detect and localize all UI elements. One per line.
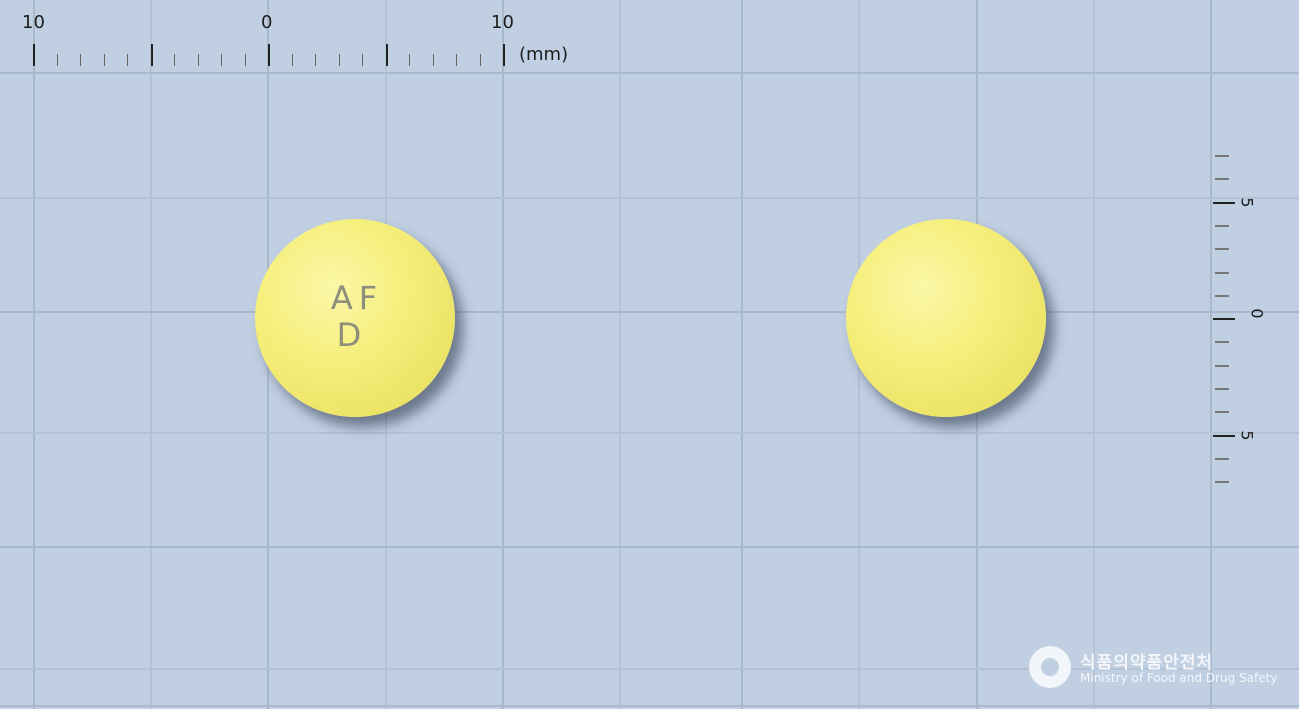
- ruler-tick: [104, 54, 105, 66]
- grid-line: [0, 432, 1299, 434]
- ruler-tick: [1215, 155, 1229, 157]
- top-ruler-label-left: 10: [22, 12, 45, 33]
- ruler-tick: [80, 54, 81, 66]
- grid-line: [1210, 0, 1212, 709]
- ruler-tick: [1215, 272, 1229, 274]
- grid-line: [0, 197, 1299, 199]
- ruler-tick: [1215, 365, 1229, 367]
- ruler-tick: [433, 54, 434, 66]
- government-emblem-icon: [1029, 646, 1071, 688]
- agency-name-korean: 식품의약품안전처: [1080, 653, 1214, 673]
- ruler-tick: [1215, 178, 1229, 180]
- ruler-tick: [174, 54, 175, 66]
- ruler-tick: [1215, 411, 1229, 413]
- ruler-tick: [1215, 481, 1229, 483]
- agency-name-english: Ministry of Food and Drug Safety: [1080, 671, 1278, 685]
- ruler-tick: [245, 54, 246, 66]
- ruler-tick: [292, 54, 293, 66]
- grid-line: [0, 72, 1299, 74]
- right-ruler-label-top: 5: [1237, 197, 1257, 208]
- ruler-tick: [1215, 388, 1229, 390]
- pill-back: [846, 219, 1046, 417]
- ruler-tick: [386, 44, 388, 66]
- grid-line: [0, 311, 1299, 313]
- ruler-tick: [503, 44, 505, 66]
- pill-imprint-line2: D: [336, 316, 368, 354]
- ruler-tick: [268, 44, 270, 66]
- pill-front: AF D: [255, 219, 455, 417]
- ruler-tick: [151, 44, 153, 66]
- ruler-unit-label: (mm): [519, 44, 569, 65]
- ruler-tick: [1213, 202, 1235, 204]
- pill-photo-stage: 10 0 10 (mm) 5 0 5 AF D 식품의약품안전처 Ministr…: [0, 0, 1299, 709]
- grid-line: [1093, 0, 1095, 709]
- pill-imprint-line1: AF: [330, 279, 384, 317]
- grid-line: [502, 0, 504, 709]
- ruler-tick: [1213, 435, 1235, 437]
- grid-line: [0, 705, 1299, 707]
- ruler-tick: [57, 54, 58, 66]
- right-ruler-label-bottom: 5: [1237, 430, 1257, 441]
- ruler-tick: [221, 54, 222, 66]
- ruler-tick: [456, 54, 457, 66]
- grid-line: [0, 546, 1299, 548]
- ruler-tick: [315, 54, 316, 66]
- ruler-tick: [1215, 295, 1229, 297]
- grid-line: [619, 0, 621, 709]
- right-ruler-label-zero: 0: [1247, 308, 1267, 319]
- ruler-tick: [1215, 225, 1229, 227]
- ruler-tick: [1215, 341, 1229, 343]
- grid-line: [150, 0, 152, 709]
- ruler-tick: [127, 54, 128, 66]
- top-ruler-label-right: 10: [491, 12, 514, 33]
- grid-line: [741, 0, 743, 709]
- ruler-tick: [33, 44, 35, 66]
- ruler-tick: [198, 54, 199, 66]
- ruler-tick: [339, 54, 340, 66]
- ruler-tick: [1215, 458, 1229, 460]
- ruler-tick: [409, 54, 410, 66]
- ruler-tick: [1215, 248, 1229, 250]
- ruler-tick: [480, 54, 481, 66]
- top-ruler-label-zero: 0: [261, 12, 273, 33]
- agency-logo: 식품의약품안전처 Ministry of Food and Drug Safet…: [1029, 646, 1289, 694]
- ruler-tick: [1213, 318, 1235, 320]
- ruler-tick: [362, 54, 363, 66]
- grid-line: [33, 0, 35, 709]
